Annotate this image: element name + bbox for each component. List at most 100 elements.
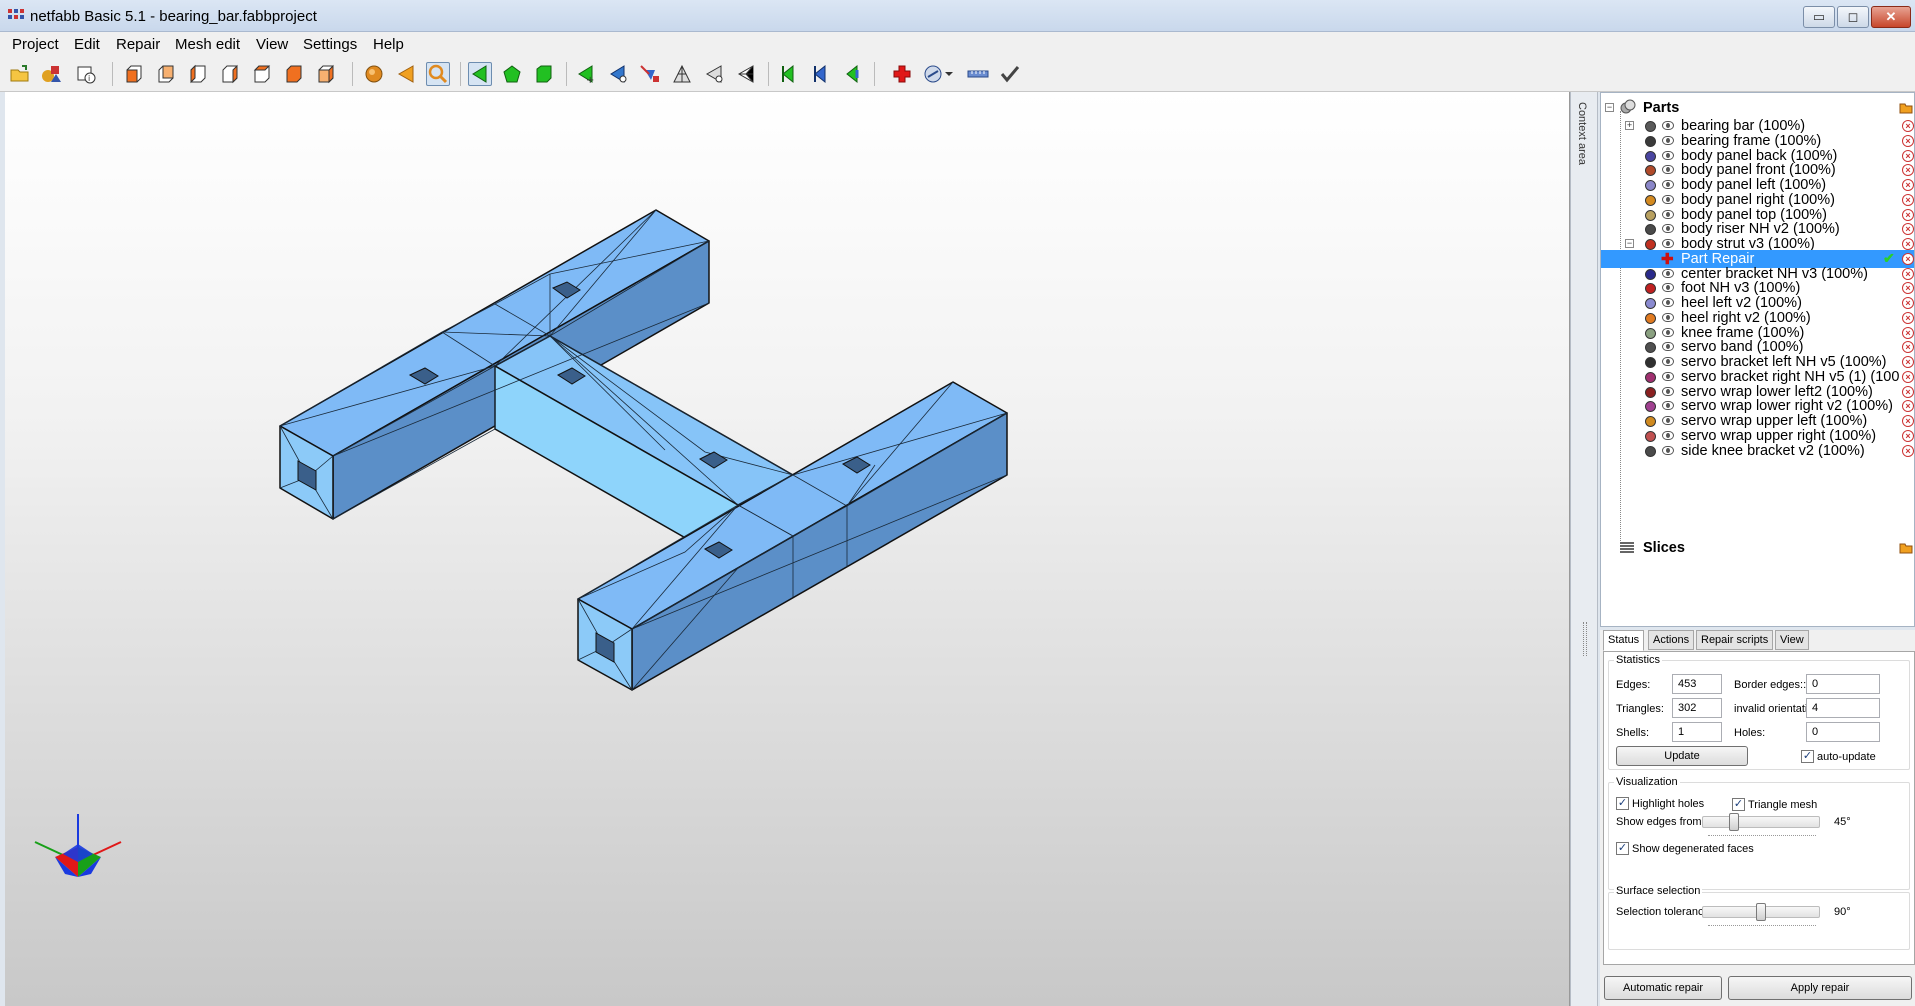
tree-root-parts[interactable]: − Parts: [1601, 99, 1914, 117]
remove-part-icon[interactable]: ×: [1902, 193, 1914, 206]
visibility-eye-icon[interactable]: [1662, 298, 1674, 307]
remove-part-icon[interactable]: ×: [1902, 326, 1914, 339]
minimize-button[interactable]: ▭: [1803, 6, 1835, 28]
tree-root-slices[interactable]: Slices: [1601, 539, 1914, 557]
apply-repair-button[interactable]: Apply repair: [1728, 976, 1912, 1000]
remove-part-icon[interactable]: ×: [1902, 252, 1914, 265]
context-area-strip[interactable]: Context area: [1570, 92, 1598, 1006]
remove-part-icon[interactable]: ×: [1902, 267, 1914, 280]
visibility-eye-icon[interactable]: [1662, 150, 1674, 160]
remove-part-icon[interactable]: ×: [1902, 164, 1914, 177]
arrow-blue-button[interactable]: [808, 62, 832, 86]
menu-help[interactable]: Help: [373, 36, 404, 53]
visibility-eye-icon[interactable]: [1662, 430, 1674, 440]
tab-view[interactable]: View: [1775, 630, 1809, 650]
cut-button[interactable]: [606, 62, 630, 86]
select-shell-button[interactable]: [532, 62, 556, 86]
visibility-eye-icon[interactable]: [1662, 342, 1674, 352]
remove-part-icon[interactable]: ×: [1902, 223, 1914, 236]
arrow-back-button[interactable]: [840, 62, 864, 86]
highlight-holes-checkbox[interactable]: ✓: [1616, 797, 1629, 810]
splitter-grip[interactable]: [1583, 622, 1587, 656]
visibility-eye-icon[interactable]: [1662, 165, 1674, 175]
collapse-icon[interactable]: −: [1605, 103, 1614, 112]
visibility-eye-icon[interactable]: [1662, 224, 1674, 234]
auto-update-checkbox[interactable]: ✓: [1801, 750, 1814, 763]
view-bottom-button[interactable]: [282, 62, 306, 86]
remove-part-icon[interactable]: ×: [1902, 444, 1914, 457]
visibility-eye-icon[interactable]: [1662, 121, 1674, 130]
remove-part-icon[interactable]: ×: [1902, 297, 1914, 309]
visibility-eye-icon[interactable]: [1662, 312, 1674, 322]
view-front-button[interactable]: [122, 62, 146, 86]
edges-slider-track[interactable]: [1702, 816, 1820, 828]
update-button[interactable]: Update: [1616, 746, 1748, 766]
select-triangle-button[interactable]: [394, 62, 418, 86]
remove-part-icon[interactable]: ×: [1902, 341, 1914, 354]
menu-settings[interactable]: Settings: [303, 36, 357, 53]
view-iso-button[interactable]: [314, 62, 338, 86]
remove-part-icon[interactable]: ×: [1902, 400, 1914, 413]
tab-status[interactable]: Status: [1603, 630, 1645, 651]
menu-mesh-edit[interactable]: Mesh edit: [175, 36, 240, 53]
visibility-eye-icon[interactable]: [1662, 386, 1674, 396]
remove-part-icon[interactable]: ×: [1902, 429, 1914, 442]
visibility-eye-icon[interactable]: [1662, 268, 1674, 278]
visibility-eye-icon[interactable]: [1662, 327, 1674, 337]
add-part-button[interactable]: [40, 62, 64, 86]
tree-item-part[interactable]: side knee bracket v2 (100%) ×: [1601, 442, 1914, 460]
view-left-button[interactable]: [186, 62, 210, 86]
tab-actions[interactable]: Actions: [1648, 630, 1695, 650]
maximize-button[interactable]: ◻: [1837, 6, 1869, 28]
zoom-button[interactable]: [426, 62, 450, 86]
visibility-eye-icon[interactable]: [1662, 445, 1674, 455]
remove-part-icon[interactable]: ×: [1902, 385, 1914, 398]
collapse-icon[interactable]: −: [1625, 239, 1634, 248]
remove-part-icon[interactable]: ×: [1902, 370, 1914, 383]
visibility-eye-icon[interactable]: [1662, 371, 1674, 381]
visibility-eye-icon[interactable]: [1662, 283, 1674, 293]
apply-check-button[interactable]: [998, 62, 1022, 86]
view-right-button[interactable]: [218, 62, 242, 86]
visibility-eye-icon[interactable]: [1662, 357, 1674, 366]
select-surface-button[interactable]: [500, 62, 524, 86]
select-pointer-button[interactable]: [468, 62, 492, 86]
view-top-button[interactable]: [250, 62, 274, 86]
visibility-eye-icon[interactable]: [1662, 401, 1674, 411]
menu-project[interactable]: Project: [12, 36, 59, 53]
shading-button[interactable]: [362, 62, 386, 86]
add-repair-button[interactable]: [890, 62, 914, 86]
visibility-eye-icon[interactable]: [1662, 239, 1674, 248]
menu-edit[interactable]: Edit: [74, 36, 100, 53]
remove-part-icon[interactable]: ×: [1902, 282, 1914, 295]
visibility-eye-icon[interactable]: [1662, 194, 1674, 204]
3d-viewport[interactable]: [5, 92, 1570, 1006]
move-button[interactable]: [638, 62, 662, 86]
measure-button[interactable]: [922, 62, 956, 86]
remove-part-icon[interactable]: ×: [1902, 238, 1914, 250]
mesh-remove-button[interactable]: [702, 62, 726, 86]
remove-part-icon[interactable]: ×: [1902, 208, 1914, 221]
part-info-button[interactable]: i: [74, 62, 98, 86]
close-button[interactable]: ✕: [1871, 6, 1911, 28]
remove-part-icon[interactable]: ×: [1902, 149, 1914, 162]
tab-repair-scripts[interactable]: Repair scripts: [1696, 630, 1774, 650]
remove-part-icon[interactable]: ×: [1902, 415, 1914, 427]
menu-view[interactable]: View: [256, 36, 288, 53]
automatic-repair-button[interactable]: Automatic repair: [1604, 976, 1722, 1000]
view-back-button[interactable]: [154, 62, 178, 86]
edges-slider-thumb[interactable]: [1729, 813, 1739, 831]
visibility-eye-icon[interactable]: [1662, 416, 1674, 425]
menu-repair[interactable]: Repair: [116, 36, 160, 53]
remove-part-icon[interactable]: ×: [1902, 179, 1914, 191]
open-project-button[interactable]: [8, 62, 32, 86]
arrow-green-button[interactable]: [776, 62, 800, 86]
visibility-eye-icon[interactable]: [1662, 209, 1674, 219]
mesh-edit-button[interactable]: [734, 62, 758, 86]
remove-part-icon[interactable]: ×: [1902, 311, 1914, 324]
add-triangle-button[interactable]: +: [574, 62, 598, 86]
triangle-mesh-checkbox[interactable]: ✓: [1732, 798, 1745, 811]
visibility-eye-icon[interactable]: [1662, 135, 1674, 145]
tolerance-slider-thumb[interactable]: [1756, 903, 1766, 921]
remove-part-icon[interactable]: ×: [1902, 134, 1914, 147]
